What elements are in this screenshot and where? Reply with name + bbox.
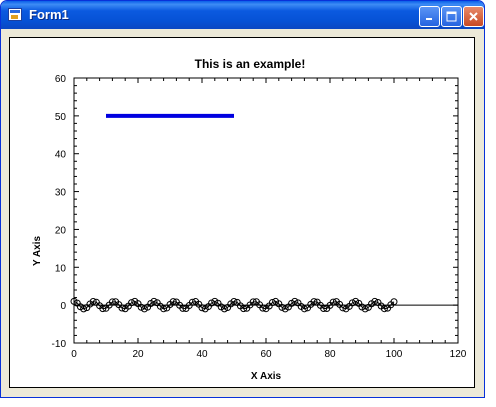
y-tick-label: 20 — [55, 225, 67, 236]
chart: This is an example! X Axis Y Axis 0 20 40 6… — [32, 57, 467, 382]
app-icon[interactable] — [8, 8, 22, 21]
y-axis-label: Y Axis — [32, 236, 43, 266]
chart-title: This is an example! — [195, 57, 306, 71]
y-tick-label: 60 — [55, 74, 67, 85]
chart-marks — [70, 113, 458, 313]
x-tick-label: 100 — [386, 349, 403, 360]
y-tick-label: 40 — [55, 150, 67, 161]
x-tick-label: 80 — [324, 349, 336, 360]
x-tick-label: 0 — [71, 349, 77, 360]
title-bar[interactable]: Form1 — [1, 1, 484, 29]
x-tick-label: 120 — [450, 349, 467, 360]
x-tick-label: 20 — [132, 349, 144, 360]
plot-surface: This is an example! X Axis Y Axis 0 20 40 6… — [9, 37, 475, 388]
x-axis-label: X Axis — [251, 371, 282, 382]
y-tick-label: 30 — [55, 188, 67, 199]
window-title: Form1 — [29, 7, 69, 22]
minimize-button[interactable] — [419, 6, 440, 27]
x-tick-label: 60 — [260, 349, 272, 360]
app-window: Form1 This is an example! X Axis Y Axis … — [0, 0, 485, 398]
close-button[interactable] — [463, 6, 484, 27]
y-tick-label: 0 — [60, 301, 66, 312]
maximize-button[interactable] — [441, 6, 462, 27]
y-tick-label: 50 — [55, 112, 67, 123]
y-tick-label: -10 — [52, 339, 67, 350]
minimize-icon — [426, 18, 432, 20]
close-icon — [469, 12, 478, 21]
x-tick-label: 40 — [196, 349, 208, 360]
y-tick-label: 10 — [55, 263, 67, 274]
maximize-icon — [446, 11, 457, 22]
